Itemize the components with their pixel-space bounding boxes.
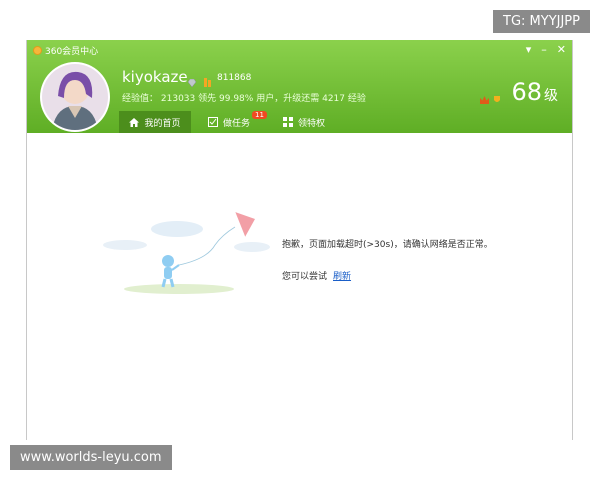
crown-icon[interactable] xyxy=(479,90,490,109)
app-window: 360会员中心 ▾ – ✕ kiyokaze 811868 经验值： 21303… xyxy=(26,40,573,440)
home-icon xyxy=(129,117,140,127)
level-unit: 级 xyxy=(544,88,558,104)
tab-home-label: 我的首页 xyxy=(144,118,181,129)
error-message: 抱歉，页面加载超时(>30s)，请确认网络是否正常。 xyxy=(282,240,493,250)
retry-text: 您可以尝试 xyxy=(282,272,328,282)
task-count-badge: 11 xyxy=(252,111,267,119)
needed-value: 4217 xyxy=(322,94,346,104)
refresh-link[interactable]: 刷新 xyxy=(333,272,351,282)
tab-home[interactable]: 我的首页 xyxy=(119,111,191,133)
lead-value: 99.98% xyxy=(219,94,254,104)
watermark-bottom-left: www.worlds-leyu.com xyxy=(10,445,172,470)
watermark-top-right: TG: MYYJJPP xyxy=(493,10,590,33)
needed-unit: 经验 xyxy=(347,94,366,104)
vip-diamond-icon[interactable] xyxy=(187,72,197,91)
lead-label: 领先 xyxy=(198,94,217,104)
privilege-icon xyxy=(283,117,293,127)
tab-privileges-label: 领特权 xyxy=(298,118,326,129)
kite-illustration xyxy=(103,211,270,294)
window-controls: ▾ – ✕ xyxy=(526,42,566,58)
minimize-button[interactable]: – xyxy=(541,42,547,58)
app-title-text: 360会员中心 xyxy=(45,47,99,57)
users-label: 用户，升级还需 xyxy=(256,94,320,104)
tab-privileges[interactable]: 领特权 xyxy=(283,111,325,133)
tab-bar: 我的首页 做任务 11 领特权 xyxy=(27,111,572,133)
user-level: 68 级 xyxy=(511,78,558,106)
coin-count: 811868 xyxy=(217,73,252,83)
medal-icon[interactable] xyxy=(492,90,502,109)
retry-line: 您可以尝试 刷新 xyxy=(282,269,351,282)
header: 360会员中心 ▾ – ✕ kiyokaze 811868 经验值： 21303… xyxy=(27,40,572,133)
exp-label: 经验值： xyxy=(122,94,159,104)
content-area: 抱歉，页面加载超时(>30s)，请确认网络是否正常。 您可以尝试 刷新 xyxy=(27,133,572,440)
exp-value: 213033 xyxy=(160,94,196,104)
app-title: 360会员中心 xyxy=(33,44,98,57)
menu-button[interactable]: ▾ xyxy=(526,42,532,58)
stat-line: 经验值： 213033 领先 99.98% 用户，升级还需 4217 经验 xyxy=(122,91,366,104)
tab-tasks-label: 做任务 xyxy=(223,118,251,129)
app-logo-icon xyxy=(33,46,42,55)
close-button[interactable]: ✕ xyxy=(557,42,566,58)
tab-tasks[interactable]: 做任务 11 xyxy=(208,111,267,133)
task-icon xyxy=(208,117,218,127)
level-number: 68 xyxy=(511,78,542,106)
badge-icons xyxy=(479,90,502,109)
username: kiyokaze xyxy=(122,68,188,86)
coin-stack-icon xyxy=(203,72,213,91)
